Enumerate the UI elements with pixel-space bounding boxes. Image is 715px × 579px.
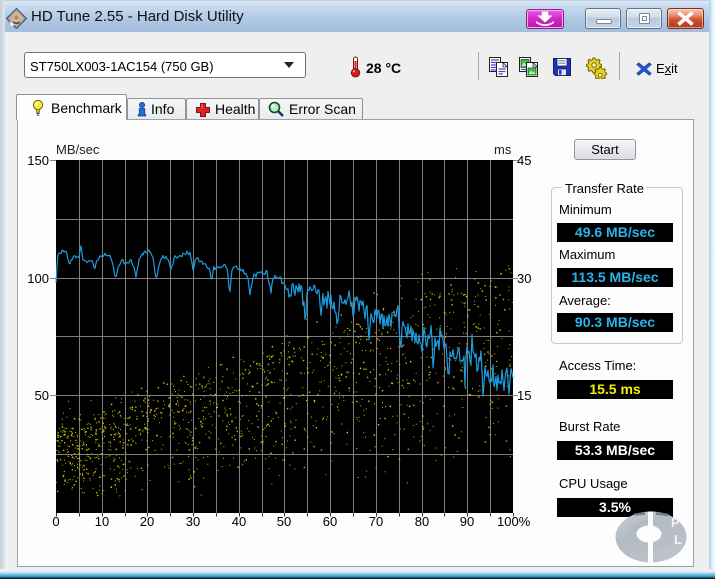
svg-text:L: L <box>674 532 682 547</box>
svg-text:P: P <box>671 515 680 530</box>
